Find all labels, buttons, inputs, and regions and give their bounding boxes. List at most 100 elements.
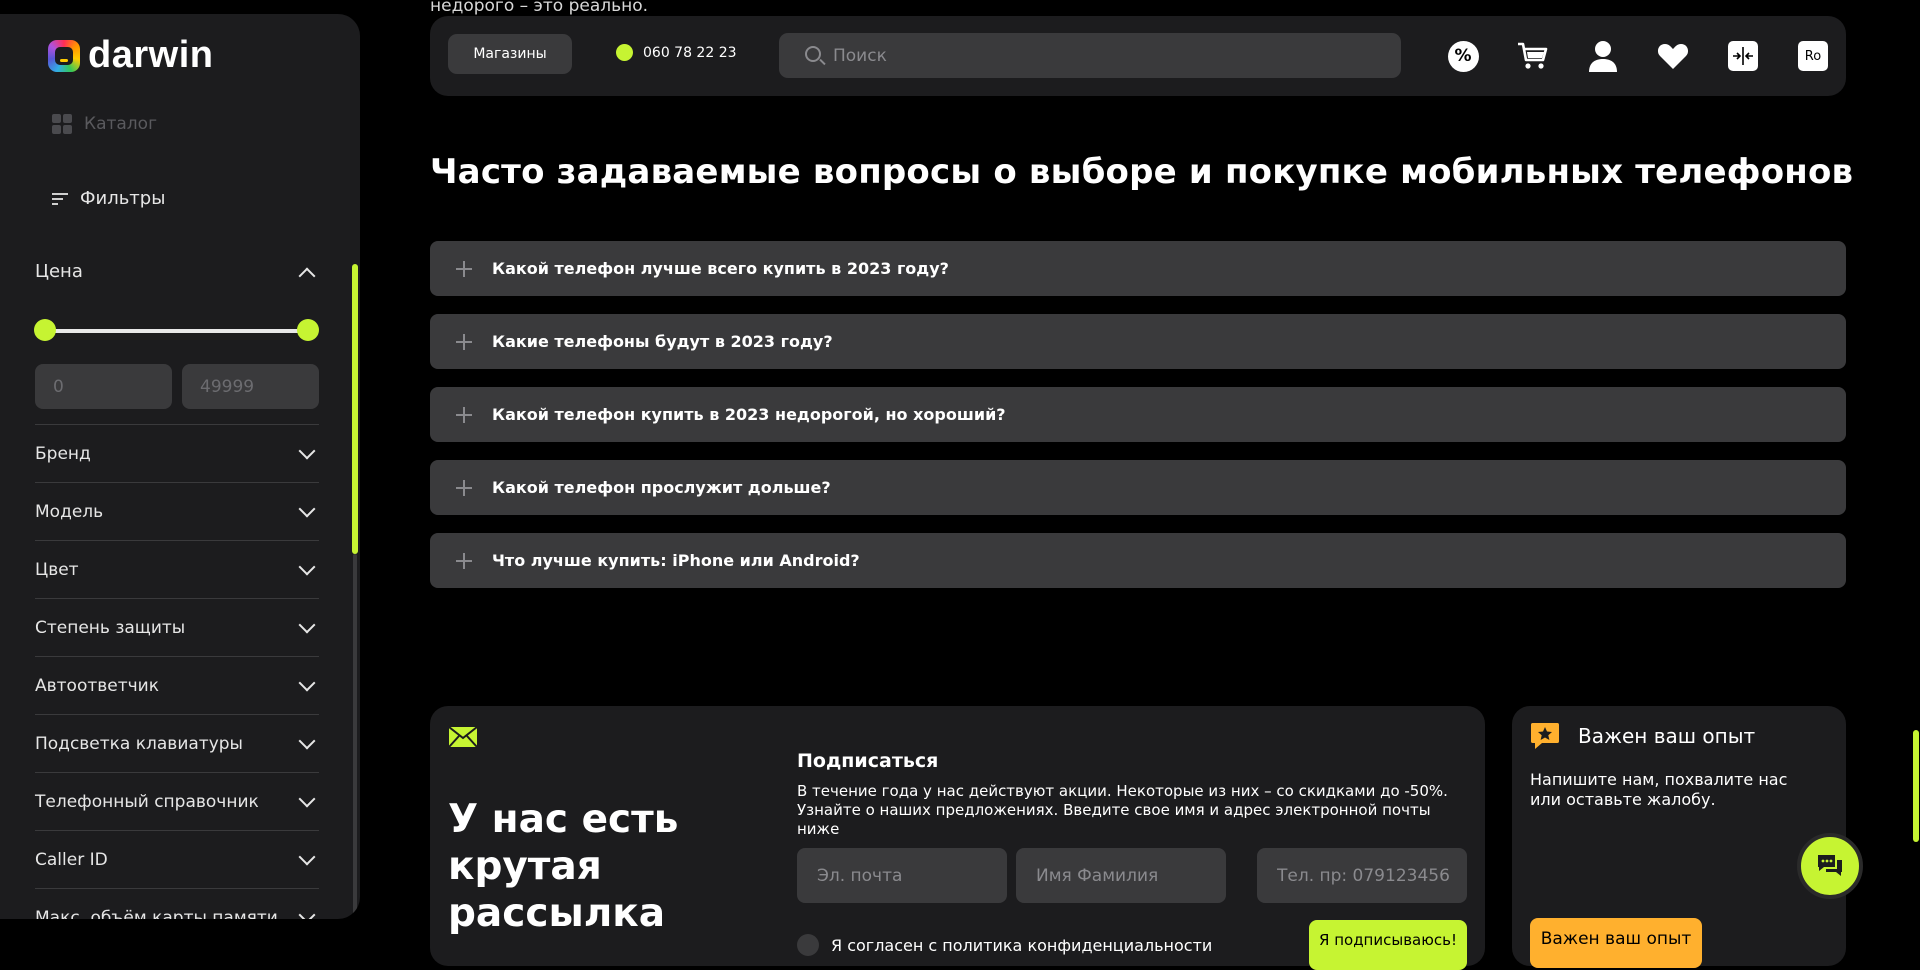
price-max-input[interactable]: [182, 364, 319, 409]
faq-question: Какие телефоны будут в 2023 году?: [492, 332, 833, 351]
price-filter-toggle[interactable]: Цена: [35, 261, 319, 284]
filter-group-color[interactable]: Цвет: [35, 540, 319, 598]
consent-radio[interactable]: [797, 934, 819, 956]
filter-group-label: Модель: [35, 501, 104, 522]
name-field[interactable]: [1016, 848, 1226, 903]
filter-group-label: Макс. объём карты памяти: [35, 907, 278, 920]
phone-link[interactable]: 060 78 22 23: [616, 44, 737, 61]
chat-bubbles-icon: [1818, 855, 1842, 876]
chevron-down-icon: [298, 442, 316, 459]
chevron-down-icon: [298, 616, 316, 633]
chevron-down-icon: [298, 674, 316, 691]
chevron-down-icon: [298, 906, 316, 919]
privacy-consent[interactable]: Я согласен с политика конфиденциальности: [797, 934, 1212, 956]
chevron-down-icon: [298, 500, 316, 517]
feedback-button[interactable]: Важен ваш опыт: [1530, 918, 1702, 968]
faq-item[interactable]: Что лучше купить: iPhone или Android?: [430, 533, 1846, 588]
filter-group-brand[interactable]: Бренд: [35, 424, 319, 482]
stores-button[interactable]: Магазины: [448, 34, 572, 74]
filter-group-label: Caller ID: [35, 849, 108, 870]
price-label: Цена: [35, 261, 83, 282]
faq-question: Какой телефон лучше всего купить в 2023 …: [492, 259, 949, 278]
chevron-down-icon: [298, 558, 316, 575]
chevron-down-icon: [298, 848, 316, 865]
filter-lines-icon: [52, 192, 68, 205]
logo-icon: [48, 39, 80, 72]
faq-item[interactable]: Какой телефон купить в 2023 недорогой, н…: [430, 387, 1846, 442]
darwin-logo[interactable]: darwin: [48, 34, 213, 77]
favorites-button[interactable]: [1657, 40, 1689, 72]
search-icon: [805, 46, 821, 62]
plus-icon: [456, 260, 472, 277]
compare-button[interactable]: [1727, 40, 1759, 72]
chat-button[interactable]: [1797, 833, 1863, 899]
phone-number: 060 78 22 23: [643, 44, 737, 61]
filters-label: Фильтры: [80, 188, 166, 209]
catalog-grid-icon: [52, 114, 72, 134]
account-button[interactable]: [1587, 40, 1619, 72]
promotions-button[interactable]: %: [1447, 40, 1479, 72]
email-field[interactable]: [797, 848, 1007, 903]
cart-button[interactable]: [1517, 40, 1549, 72]
chevron-down-icon: [298, 790, 316, 807]
chevron-down-icon: [298, 732, 316, 749]
percent-icon: %: [1447, 40, 1479, 72]
newsletter-headline: У нас есть крутая рассылка: [448, 797, 679, 936]
faq-item[interactable]: Какие телефоны будут в 2023 году?: [430, 314, 1846, 369]
feedback-text: Напишите нам, похвалите нас или оставьте…: [1530, 770, 1788, 809]
catalog-button[interactable]: Каталог: [52, 114, 157, 134]
envelope-icon: [448, 726, 478, 748]
price-slider-min-handle[interactable]: [34, 319, 56, 341]
faq-item[interactable]: Какой телефон лучше всего купить в 2023 …: [430, 241, 1846, 296]
top-header: Магазины 060 78 22 23 %: [430, 16, 1846, 96]
filter-group-phonebook[interactable]: Телефонный справочник: [35, 772, 319, 830]
faq-item[interactable]: Какой телефон прослужит дольше?: [430, 460, 1846, 515]
cart-icon: [1518, 42, 1548, 69]
chevron-up-icon: [298, 267, 316, 284]
plus-icon: [456, 406, 472, 423]
price-slider-track[interactable]: [44, 329, 308, 333]
filter-group-keyboard-backlight[interactable]: Подсветка клавиатуры: [35, 714, 319, 772]
sidebar-scrollbar-thumb[interactable]: [352, 264, 358, 554]
price-min-input[interactable]: [35, 364, 172, 409]
logo-text: darwin: [88, 34, 214, 76]
page-scrollbar-thumb[interactable]: [1913, 730, 1919, 842]
filter-group-answering-machine[interactable]: Автоответчик: [35, 656, 319, 714]
feedback-card: Важен ваш опыт Напишите нам, похвалите н…: [1512, 706, 1846, 968]
filter-group-label: Бренд: [35, 443, 91, 464]
previous-section-text: недорого – это реально.: [430, 0, 649, 16]
filter-group-protection[interactable]: Степень защиты: [35, 598, 319, 656]
faq-question: Какой телефон прослужит дольше?: [492, 478, 831, 497]
search-bar[interactable]: [779, 33, 1401, 78]
catalog-label: Каталог: [84, 114, 158, 134]
phone-field[interactable]: [1257, 848, 1467, 903]
filter-group-caller-id[interactable]: Caller ID: [35, 830, 319, 888]
filter-group-memory-card[interactable]: Макс. объём карты памяти: [35, 888, 319, 919]
filters-heading: Фильтры: [52, 188, 165, 209]
faq-question: Какой телефон купить в 2023 недорогой, н…: [492, 405, 1006, 424]
faq-title: Часто задаваемые вопросы о выборе и поку…: [430, 152, 1854, 192]
feedback-title: Важен ваш опыт: [1578, 724, 1756, 748]
feedback-star-icon: [1531, 723, 1559, 749]
user-icon: [1589, 41, 1617, 72]
search-input[interactable]: [833, 33, 1373, 78]
filter-group-model[interactable]: Модель: [35, 482, 319, 540]
filter-group-label: Подсветка клавиатуры: [35, 733, 243, 754]
compare-icon: [1728, 41, 1758, 71]
plus-icon: [456, 552, 472, 569]
faq-question: Что лучше купить: iPhone или Android?: [492, 551, 860, 570]
filter-group-label: Телефонный справочник: [35, 791, 259, 812]
newsletter-description: В течение года у нас действуют акции. Не…: [797, 782, 1448, 838]
filter-group-label: Автоответчик: [35, 675, 159, 696]
sidebar-scrollbar-track[interactable]: [353, 554, 357, 914]
plus-icon: [456, 479, 472, 496]
subscribe-button[interactable]: Я подписываюсь!: [1309, 920, 1467, 970]
newsletter-card: У нас есть крутая рассылка Подписаться В…: [430, 706, 1485, 970]
filter-group-label: Степень защиты: [35, 617, 186, 638]
filter-sidebar: darwin Каталог Фильтры Цена Бренд Модель…: [0, 14, 360, 919]
plus-icon: [456, 333, 472, 350]
heart-icon: [1657, 44, 1689, 69]
language-switch[interactable]: Ro: [1797, 40, 1829, 72]
language-button[interactable]: Ro: [1798, 41, 1828, 71]
price-slider-max-handle[interactable]: [297, 319, 319, 341]
